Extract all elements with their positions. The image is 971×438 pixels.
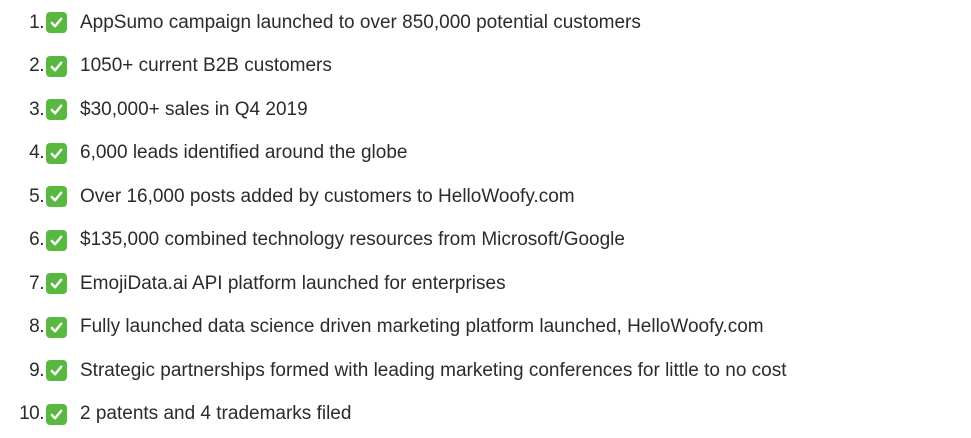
- list-item: 8. Fully launched data science driven ma…: [0, 306, 971, 350]
- check-mark-icon: [46, 55, 67, 77]
- list-item: 5. Over 16,000 posts added by customers …: [0, 175, 971, 219]
- list-item: 4. 6,000 leads identified around the glo…: [0, 132, 971, 176]
- item-text: $135,000 combined technology resources f…: [80, 229, 625, 251]
- item-number: 6.: [29, 229, 44, 251]
- list-item: 7. EmojiData.ai API platform launched fo…: [0, 262, 971, 306]
- list-item: 2. 1050+ current B2B customers: [0, 45, 971, 89]
- check-mark-icon: [46, 403, 67, 425]
- item-number: 1.: [29, 11, 44, 33]
- item-number: 5.: [29, 185, 44, 207]
- list-item: 10. 2 patents and 4 trademarks filed: [0, 393, 971, 437]
- item-text: 1050+ current B2B customers: [80, 55, 332, 77]
- item-text: Fully launched data science driven marke…: [80, 316, 764, 338]
- item-text: EmojiData.ai API platform launched for e…: [80, 272, 506, 294]
- item-text: Strategic partnerships formed with leadi…: [80, 359, 787, 381]
- item-text: 6,000 leads identified around the globe: [80, 142, 408, 164]
- list-item: 6. $135,000 combined technology resource…: [0, 219, 971, 263]
- item-number: 7.: [29, 272, 44, 294]
- list-item: 9. Strategic partnerships formed with le…: [0, 349, 971, 393]
- item-number: 4.: [29, 142, 44, 164]
- item-number: 8.: [29, 316, 44, 338]
- check-mark-icon: [46, 12, 67, 34]
- check-mark-icon: [46, 186, 67, 208]
- check-mark-icon: [46, 273, 67, 295]
- item-text: $30,000+ sales in Q4 2019: [80, 98, 308, 120]
- check-mark-icon: [46, 229, 67, 251]
- item-text: Over 16,000 posts added by customers to …: [80, 185, 575, 207]
- check-mark-icon: [46, 316, 67, 338]
- check-mark-icon: [46, 360, 67, 382]
- item-number: 2.: [29, 55, 44, 77]
- achievements-list: 1. AppSumo campaign launched to over 850…: [0, 0, 971, 436]
- item-number: 10.: [19, 403, 44, 425]
- item-text: AppSumo campaign launched to over 850,00…: [80, 11, 641, 33]
- item-text: 2 patents and 4 trademarks filed: [80, 403, 352, 425]
- check-mark-icon: [46, 142, 67, 164]
- check-mark-icon: [46, 99, 67, 121]
- list-item: 3. $30,000+ sales in Q4 2019: [0, 88, 971, 132]
- list-item: 1. AppSumo campaign launched to over 850…: [0, 1, 971, 45]
- item-number: 9.: [29, 359, 44, 381]
- item-number: 3.: [29, 98, 44, 120]
